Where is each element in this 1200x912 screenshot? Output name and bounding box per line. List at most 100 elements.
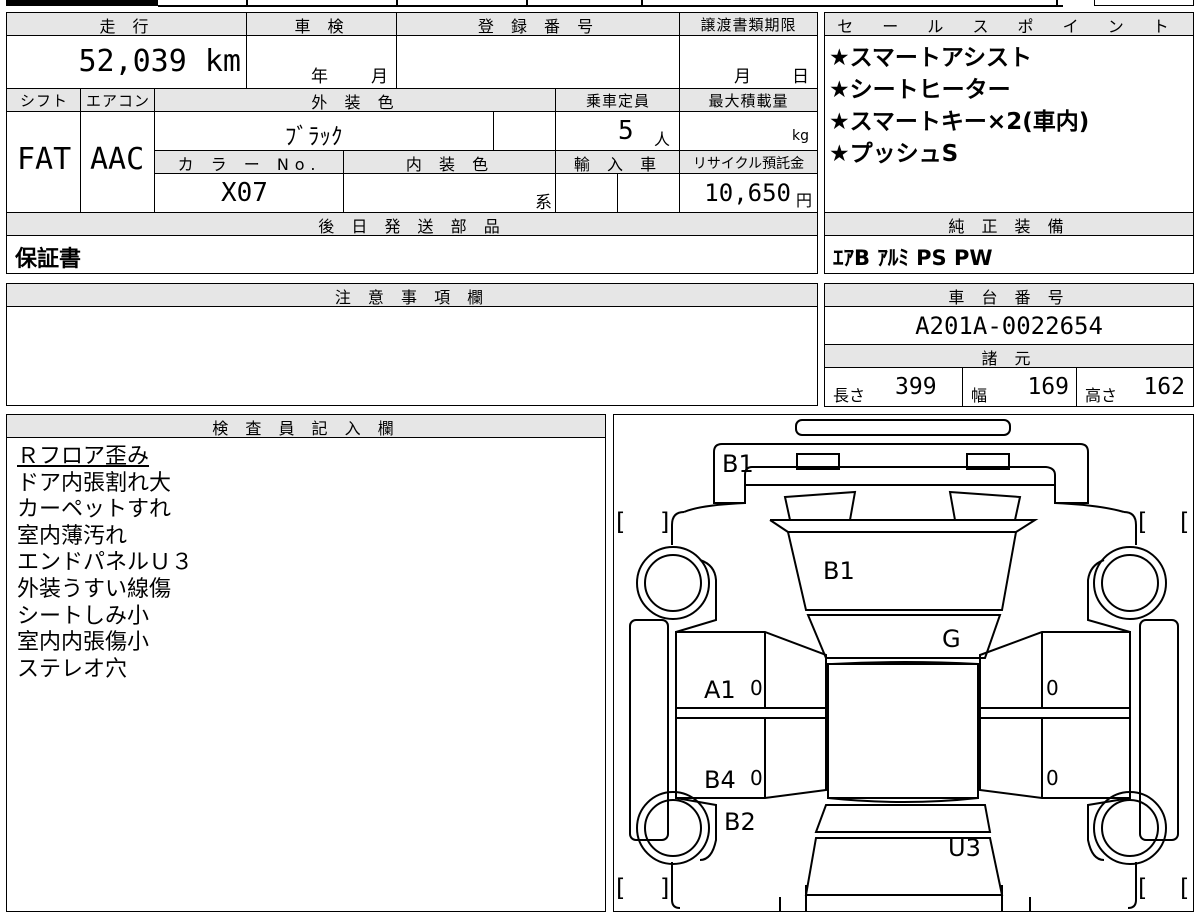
capacity-value: 5 [618,116,634,146]
recycle-fee-unit: 円 [795,191,812,210]
max-load-cell: kg [679,111,818,151]
sales-point-item: ★スマートアシスト [829,45,1033,71]
aircon-value: AAC [90,142,145,177]
inspector-line: エンドパネルＵ３ [17,550,194,576]
mileage-cell: 52,039 km [6,35,248,89]
interior-color-cell: 系 [343,173,557,213]
mark-b2: B2 [724,808,756,836]
specs-height-cell: 高さ 162 [1076,367,1194,407]
registration-cell [396,35,681,89]
inspection-year-label: 年 [311,67,328,87]
mark-u3: U3 [948,834,981,862]
bracket-left-open: [ [616,874,625,902]
sales-points-cell: ★スマートアシスト ★シートヒーター ★スマートキー×2(車内) ★プッシュS [824,35,1194,213]
car-diagram: B1 B1 G A1 B4 B2 U3 0 0 0 0 [ ] [ [ [ ] … [616,418,1189,912]
color-no-header: カ ラ ー No. [154,150,345,175]
specs-width-cell: 幅 169 [962,367,1078,407]
mileage-header: 走 行 [6,12,248,37]
import-header: 輸 入 車 [555,150,681,175]
import-cell-1 [555,173,619,213]
shift-cell: FAT [6,111,82,213]
recycle-fee-header: リサイクル預託金 [679,150,818,175]
bracket-left-close: ] [660,508,669,536]
sales-block: セ ー ル ス ポ イ ン ト ★スマートアシスト ★シートヒーター ★スマート… [824,12,1194,274]
recycle-fee-value: 10,650 [704,179,791,207]
top-strip-tick [396,0,398,6]
interior-color-header: 内 装 色 [343,150,557,175]
transfer-month-label: 月 [734,67,751,87]
notes-header: 注 意 事 項 欄 [6,283,818,308]
mark-b1-hood: B1 [823,557,855,585]
transfer-deadline-header: 譲渡書類期限 [679,12,818,37]
inspector-line: シートしみ小 [17,603,150,629]
specs-header: 諸 元 [824,344,1194,369]
mark-zero-2: 0 [750,766,763,790]
specs-length-cell: 長さ 399 [824,367,964,407]
genuine-equipment-cell: ｴｱB ｱﾙﾐ PS PW [824,235,1194,274]
inspection-header: 車 検 [246,12,398,37]
transfer-deadline-cell: 月 日 [679,35,818,89]
color-no-value: X07 [221,178,268,208]
interior-color-suffix: 系 [535,193,552,213]
inspector-header: 検 査 員 記 入 欄 [6,414,606,439]
registration-header: 登 録 番 号 [396,12,681,37]
exterior-color-extra-cell [493,111,557,151]
import-cell-2 [617,173,681,213]
specs-height-value: 162 [1143,374,1185,400]
car-diagram-panel: B1 B1 G A1 B4 B2 U3 0 0 0 0 [ ] [ [ [ ] … [613,414,1194,912]
exterior-color-header: 外 装 色 [154,88,557,113]
specs-height-label: 高さ [1085,386,1118,405]
aircon-header: エアコン [80,88,156,113]
genuine-equipment-value: ｴｱB ｱﾙﾐ PS PW [833,246,993,270]
specs-width-value: 169 [1027,374,1069,400]
inspector-line: 室内薄汚れ [17,523,128,549]
capacity-cell: 5 人 [555,111,681,151]
exterior-color-cell: ﾌﾞﾗｯｸ [154,111,495,151]
bracket-right-open: [ [1138,874,1147,902]
vehicle-info-block: 走 行 車 検 登 録 番 号 譲渡書類期限 52,039 km 年 月 月 日… [6,12,818,274]
bracket-right-close: [ [1180,508,1189,536]
top-strip-black-block [6,0,158,6]
inspector-line: カーペットすれ [17,497,172,523]
genuine-equipment-header: 純 正 装 備 [824,212,1194,237]
recycle-fee-cell: 10,650 円 [679,173,818,213]
top-strip-box [1094,0,1194,6]
top-strip [6,0,1194,7]
later-parts-cell: 保証書 [6,235,818,274]
top-strip-tick [641,0,643,6]
transfer-day-label: 日 [792,67,809,87]
sales-point-item: ★プッシュS [829,141,959,167]
sales-point-item: ★スマートキー×2(車内) [829,109,1090,135]
mark-g: G [942,625,961,653]
exterior-color-value: ﾌﾞﾗｯｸ [285,124,343,150]
chassis-number-value: A201A-0022654 [915,312,1103,340]
color-no-cell: X07 [154,173,345,213]
max-load-unit: kg [792,128,809,144]
mark-a1: A1 [704,676,736,704]
inspector-line: ステレオ穴 [17,656,128,682]
max-load-header: 最大積載量 [679,88,818,113]
chassis-number-header: 車 台 番 号 [824,283,1194,308]
inspector-cell: Ｒフロア歪み ドア内張割れ大 カーペットすれ 室内薄汚れ エンドパネルＵ３ 外装… [6,437,606,912]
top-strip-line [158,5,1063,7]
inspection-cell: 年 月 [246,35,398,89]
top-strip-tick [1056,0,1058,6]
bracket-right-open: [ [1138,508,1147,536]
sales-points-header: セ ー ル ス ポ イ ン ト [824,12,1194,37]
shift-header: シフト [6,88,82,113]
sales-point-item: ★シートヒーター [829,77,1011,103]
specs-width-label: 幅 [971,386,988,405]
capacity-unit: 人 [654,130,671,149]
notes-cell [6,306,818,406]
top-strip-tick [526,0,528,6]
mark-b4: B4 [704,766,736,794]
inspector-line: 室内内張傷小 [17,630,150,656]
later-parts-header: 後 日 発 送 部 品 [6,212,818,237]
chassis-number-cell: A201A-0022654 [824,306,1194,346]
inspection-month-label: 月 [371,67,388,87]
specs-length-value: 399 [895,374,937,400]
bracket-right-close: [ [1180,874,1189,902]
bracket-left-close: ] [660,874,669,902]
aircon-cell: AAC [80,111,156,213]
mark-zero-4: 0 [1046,766,1059,790]
